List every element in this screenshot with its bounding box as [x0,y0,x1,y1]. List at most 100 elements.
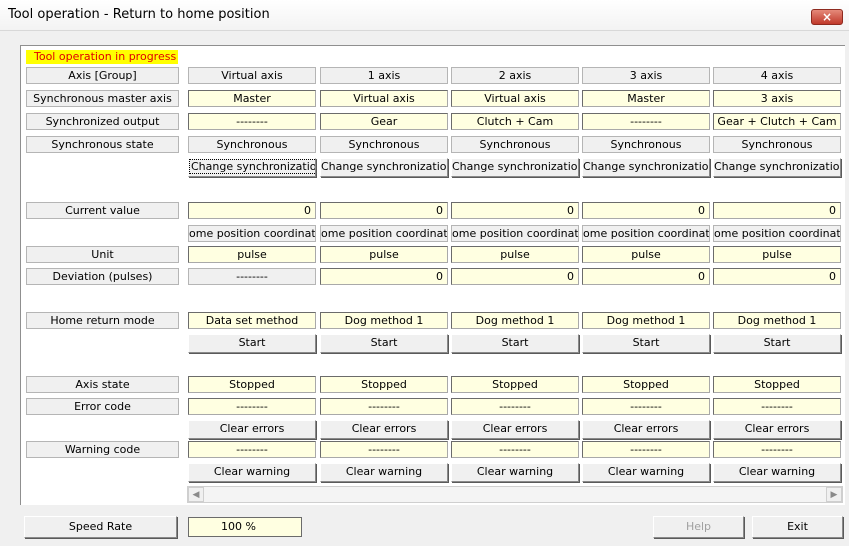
row-label-sync-output: Synchronized output [26,113,179,130]
axis-header-virtual: Virtual axis [188,67,316,84]
deviation-value-axis3: 0 [582,268,710,285]
deviation-value-axis4: 0 [713,268,841,285]
coord-label-virtual: ome position coordinate [188,225,316,242]
sync-master-value-axis2: Virtual axis [451,90,579,107]
row-label-warning-code: Warning code [26,441,179,458]
home-mode-value-axis1: Dog method 1 [320,312,448,329]
coord-label-axis3: ome position coordinate [582,225,710,242]
horizontal-scrollbar[interactable]: ◀ ▶ [187,486,843,503]
close-icon: × [821,10,833,24]
unit-value-virtual: pulse [188,246,316,263]
axis-state-value-axis3: Stopped [582,376,710,393]
clear-errors-button-axis2[interactable]: Clear errors [451,420,579,439]
warning-code-value-axis4: -------- [713,441,841,458]
start-button-virtual[interactable]: Start [188,334,316,353]
deviation-value-virtual: -------- [188,268,316,285]
warning-code-value-axis1: -------- [320,441,448,458]
unit-value-axis2: pulse [451,246,579,263]
title-bar: Tool operation - Return to home position… [0,0,849,31]
home-mode-value-axis4: Dog method 1 [713,312,841,329]
axis-header-axis4: 4 axis [713,67,841,84]
clear-errors-button-axis4[interactable]: Clear errors [713,420,841,439]
help-button[interactable]: Help [653,516,744,538]
home-mode-value-axis3: Dog method 1 [582,312,710,329]
current-value-axis1: 0 [320,202,448,219]
clear-errors-button-virtual[interactable]: Clear errors [188,420,316,439]
unit-value-axis1: pulse [320,246,448,263]
warning-code-value-virtual: -------- [188,441,316,458]
sync-state-value-axis4: Synchronous [713,136,841,153]
error-code-value-axis3: -------- [582,398,710,415]
sync-output-value-axis3: -------- [582,113,710,130]
current-value-axis4: 0 [713,202,841,219]
speed-rate-label: Speed Rate [68,520,133,533]
warning-code-value-axis3: -------- [582,441,710,458]
start-button-axis1[interactable]: Start [320,334,448,353]
clear-errors-button-axis1[interactable]: Clear errors [320,420,448,439]
row-label-deviation: Deviation (pulses) [26,268,179,285]
row-label-axis-state: Axis state [26,376,179,393]
sync-output-value-axis1: Gear [320,113,448,130]
window-title: Tool operation - Return to home position [8,7,270,22]
change-sync-button-axis4[interactable]: Change synchronization [713,158,841,177]
row-label-sync-state: Synchronous state [26,136,179,153]
coord-label-axis4: ome position coordinate [713,225,841,242]
error-code-value-axis4: -------- [713,398,841,415]
sync-master-value-axis1: Virtual axis [320,90,448,107]
speed-rate-button[interactable]: Speed Rate [24,516,177,538]
sync-output-value-axis2: Clutch + Cam [451,113,579,130]
home-mode-value-axis2: Dog method 1 [451,312,579,329]
start-button-axis4[interactable]: Start [713,334,841,353]
clear-warning-button-axis1[interactable]: Clear warning [320,463,448,482]
help-label: Help [685,520,712,533]
axis-header-axis2: 2 axis [451,67,579,84]
status-badge: Tool operation in progress [26,50,178,64]
error-code-value-virtual: -------- [188,398,316,415]
clear-warning-button-axis4[interactable]: Clear warning [713,463,841,482]
sync-output-value-axis4: Gear + Clutch + Cam [713,113,841,130]
change-sync-button-axis2[interactable]: Change synchronization [451,158,579,177]
sync-state-value-axis2: Synchronous [451,136,579,153]
scroll-left-icon[interactable]: ◀ [188,487,204,502]
sync-master-value-virtual: Master [188,90,316,107]
clear-warning-button-axis3[interactable]: Clear warning [582,463,710,482]
close-button[interactable]: × [811,9,843,25]
change-sync-button-virtual[interactable]: Change synchronization [188,158,316,177]
sync-state-value-virtual: Synchronous [188,136,316,153]
coord-label-axis2: ome position coordinate [451,225,579,242]
exit-label: Exit [787,520,808,533]
current-value-virtual: 0 [188,202,316,219]
row-label-home-return-mode: Home return mode [26,312,179,329]
exit-button[interactable]: Exit [752,516,843,538]
axis-table-panel: Axis [Group] Virtual axis 1 axis 2 axis 3 ax… [20,45,845,505]
clear-warning-button-axis2[interactable]: Clear warning [451,463,579,482]
error-code-value-axis1: -------- [320,398,448,415]
start-button-axis2[interactable]: Start [451,334,579,353]
clear-warning-button-virtual[interactable]: Clear warning [188,463,316,482]
unit-value-axis3: pulse [582,246,710,263]
row-label-axis-group: Axis [Group] [26,67,179,84]
current-value-axis2: 0 [451,202,579,219]
row-label-unit: Unit [26,246,179,263]
axis-state-value-axis1: Stopped [320,376,448,393]
scroll-right-icon[interactable]: ▶ [826,487,842,502]
sync-state-value-axis1: Synchronous [320,136,448,153]
axis-state-value-axis4: Stopped [713,376,841,393]
speed-rate-value: 100 % [188,517,302,537]
warning-code-value-axis2: -------- [451,441,579,458]
axis-header-axis1: 1 axis [320,67,448,84]
start-button-axis3[interactable]: Start [582,334,710,353]
current-value-axis3: 0 [582,202,710,219]
sync-master-value-axis3: Master [582,90,710,107]
change-sync-button-axis1[interactable]: Change synchronization [320,158,448,177]
home-mode-value-virtual: Data set method [188,312,316,329]
deviation-value-axis2: 0 [451,268,579,285]
change-sync-focused-label: Change synchronization [189,159,315,174]
error-code-value-axis2: -------- [451,398,579,415]
axis-state-value-axis2: Stopped [451,376,579,393]
unit-value-axis4: pulse [713,246,841,263]
row-label-current-value: Current value [26,202,179,219]
change-sync-button-axis3[interactable]: Change synchronization [582,158,710,177]
row-label-error-code: Error code [26,398,179,415]
clear-errors-button-axis3[interactable]: Clear errors [582,420,710,439]
